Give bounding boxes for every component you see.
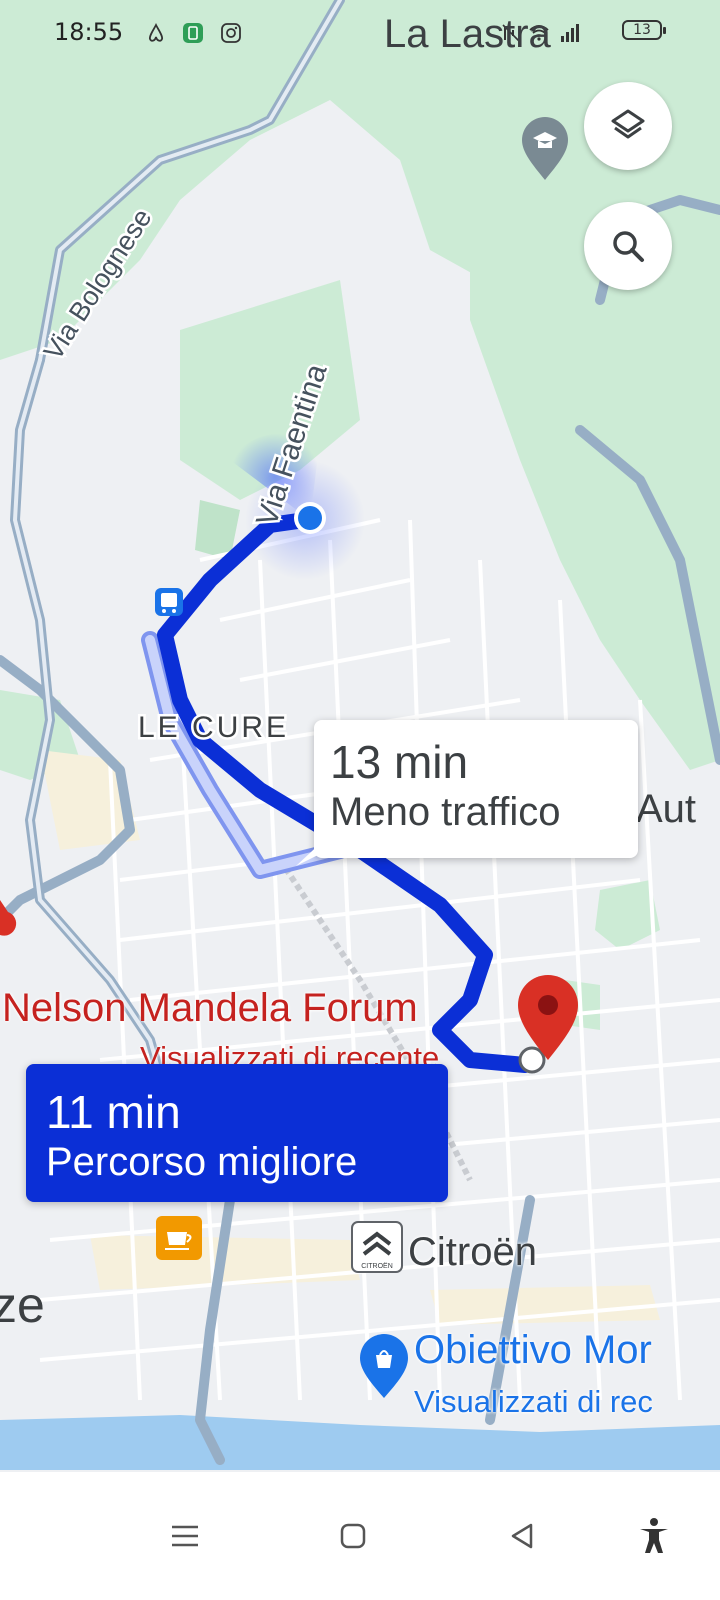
- accessibility-icon: [640, 1518, 668, 1553]
- layers-icon: [611, 109, 645, 139]
- menu-icon: [172, 1525, 198, 1547]
- airbnb-icon: [143, 20, 169, 46]
- district-label: LE CURE: [138, 711, 289, 744]
- best-route-time: 11 min: [46, 1086, 181, 1138]
- citroen-logo-icon[interactable]: CITROËN: [351, 1221, 403, 1273]
- alternative-route-label: Meno traffico: [330, 790, 561, 834]
- signal-icon: [558, 20, 584, 46]
- status-time: 18:55: [54, 18, 124, 46]
- menu-button[interactable]: [153, 1504, 217, 1568]
- obiettivo-label[interactable]: Obiettivo Mor: [414, 1328, 652, 1373]
- obiettivo-subtitle: Visualizzati di rec: [414, 1384, 653, 1419]
- system-nav-bar: [0, 1472, 720, 1600]
- back-icon: [511, 1523, 533, 1549]
- home-button[interactable]: [321, 1504, 385, 1568]
- transit-icon[interactable]: [155, 588, 183, 616]
- accessibility-button[interactable]: [622, 1504, 686, 1568]
- partial-label-ze: ze: [0, 1277, 45, 1333]
- layers-button[interactable]: [584, 82, 672, 170]
- search-button[interactable]: [584, 202, 672, 290]
- destination-name[interactable]: Nelson Mandela Forum: [2, 986, 418, 1031]
- alternative-route-time: 13 min: [330, 736, 469, 788]
- battery-indicator: 13: [622, 20, 666, 40]
- instagram-icon: [218, 20, 244, 46]
- route-end-point: [518, 1046, 546, 1074]
- phone-app-icon: [180, 20, 206, 46]
- alternative-route-card[interactable]: 13 min Meno traffico: [314, 720, 638, 858]
- cafe-icon[interactable]: [156, 1216, 202, 1260]
- town-label: La Lastra: [384, 12, 551, 56]
- back-button[interactable]: [490, 1504, 554, 1568]
- partial-label-aut: Aut: [636, 787, 696, 831]
- alternative-card-pointer: [296, 838, 336, 866]
- home-icon: [340, 1523, 366, 1549]
- citroen-label[interactable]: Citroën: [408, 1230, 537, 1275]
- status-bar: 18:55 13: [0, 0, 720, 64]
- best-route-card[interactable]: 11 min Percorso migliore: [26, 1064, 448, 1202]
- search-icon: [613, 231, 644, 262]
- svg-text:CITROËN: CITROËN: [361, 1262, 393, 1270]
- best-route-label: Percorso migliore: [46, 1140, 358, 1184]
